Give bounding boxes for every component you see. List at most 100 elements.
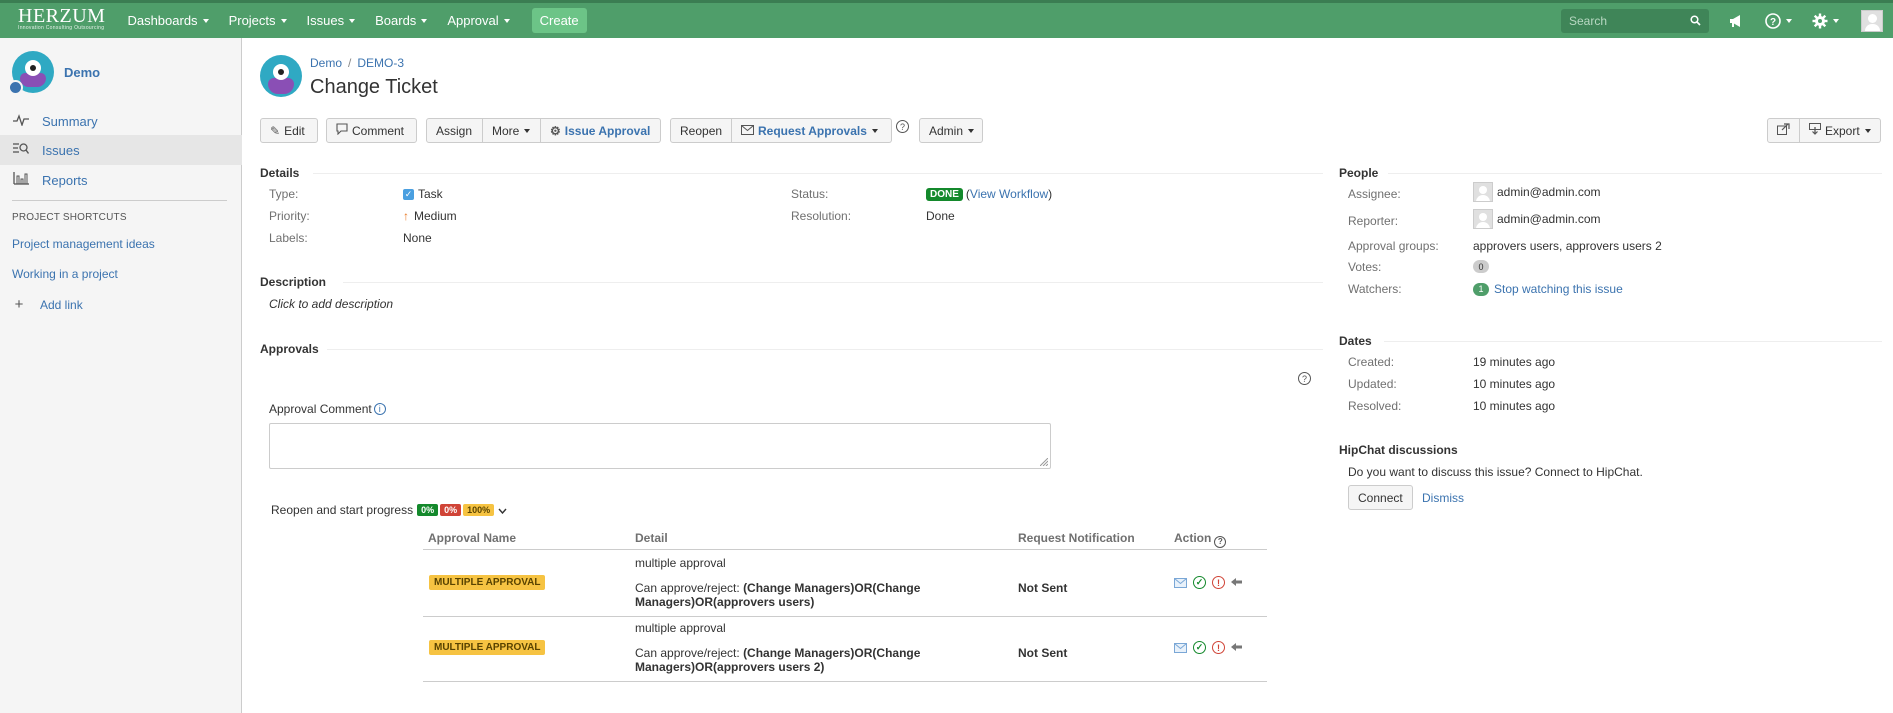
reply-arrow-icon[interactable] — [1231, 578, 1243, 587]
help-icon[interactable]: ? — [896, 120, 909, 133]
reply-arrow-icon[interactable] — [1231, 643, 1243, 652]
breadcrumb-issue-key[interactable]: DEMO-3 — [357, 56, 404, 70]
help-icon[interactable]: ? — [1298, 372, 1311, 385]
approval-comment-textarea[interactable] — [269, 423, 1051, 469]
breadcrumb-project[interactable]: Demo — [310, 56, 342, 70]
nav-boards[interactable]: Boards — [375, 13, 428, 28]
votes-count-badge: 0 — [1473, 260, 1489, 273]
more-button[interactable]: More — [483, 118, 541, 143]
gear-icon[interactable] — [1812, 13, 1839, 29]
approval-actions: ✓ ! — [1174, 641, 1249, 654]
arrow-up-icon: ↑ — [403, 209, 409, 223]
add-link-button[interactable]: + Add link — [12, 296, 83, 313]
approval-detail-title: multiple approval — [635, 556, 726, 570]
reject-exclamation-icon[interactable]: ! — [1212, 576, 1225, 589]
assign-button[interactable]: Assign — [426, 118, 483, 143]
help-icon[interactable]: ? — [1765, 12, 1792, 29]
help-icon[interactable]: ? — [1214, 535, 1227, 548]
share-button[interactable] — [1767, 118, 1800, 143]
updated-label: Updated: — [1348, 377, 1397, 391]
stop-watching-link[interactable]: Stop watching this issue — [1494, 282, 1623, 296]
create-button[interactable]: Create — [531, 8, 587, 33]
approval-type-badge: MULTIPLE APPROVAL — [429, 575, 546, 590]
column-detail: Detail — [635, 531, 668, 545]
sidebar-item-reports[interactable]: Reports — [0, 165, 242, 195]
nav-dashboards[interactable]: Dashboards — [127, 13, 209, 28]
task-checkbox-icon: ✓ — [403, 188, 414, 200]
megaphone-icon[interactable] — [1729, 14, 1745, 28]
nav-issues[interactable]: Issues — [307, 13, 356, 28]
send-email-icon[interactable] — [1174, 642, 1187, 653]
request-approvals-button[interactable]: Request Approvals — [732, 118, 892, 143]
shortcut-project-management-ideas[interactable]: Project management ideas — [12, 237, 155, 251]
chevron-down-icon[interactable] — [498, 503, 507, 517]
dates-heading: Dates — [1339, 334, 1372, 348]
comment-button[interactable]: Comment — [326, 118, 417, 143]
column-request-notification: Request Notification — [1018, 531, 1135, 545]
section-divider — [1384, 341, 1882, 342]
sidebar-item-summary[interactable]: Summary — [0, 106, 242, 136]
view-workflow-link[interactable]: View Workflow — [970, 187, 1048, 201]
approved-percent-badge: 0% — [417, 504, 439, 516]
project-name[interactable]: Demo — [64, 65, 100, 80]
resize-handle-icon[interactable] — [1040, 458, 1048, 466]
watchers-label: Watchers: — [1348, 282, 1402, 296]
send-email-icon[interactable] — [1174, 577, 1187, 588]
admin-button[interactable]: Admin — [919, 118, 983, 143]
resolved-value: 10 minutes ago — [1473, 399, 1556, 413]
export-icon — [1809, 123, 1821, 138]
chevron-down-icon — [503, 18, 510, 23]
assignee-value[interactable]: admin@admin.com — [1473, 182, 1601, 202]
project-shortcuts-heading: PROJECT SHORTCUTS — [12, 212, 127, 223]
reporter-avatar — [1473, 209, 1493, 229]
nav-approval[interactable]: Approval — [447, 13, 510, 28]
chevron-down-icon — [202, 18, 209, 23]
shortcut-working-in-a-project[interactable]: Working in a project — [12, 267, 118, 281]
herzum-logo[interactable]: HERZUM Innovation Consulting Outsourcing — [18, 6, 105, 31]
assignee-label: Assignee: — [1348, 187, 1401, 201]
reporter-value[interactable]: admin@admin.com — [1473, 209, 1601, 229]
user-avatar[interactable] — [1861, 9, 1883, 32]
issue-view: Demo / DEMO-3 Change Ticket ✎ Edit Comment … — [243, 38, 1893, 713]
priority-value: ↑ Medium — [403, 209, 457, 223]
nav-projects[interactable]: Projects — [229, 13, 287, 28]
people-heading: People — [1339, 166, 1379, 180]
export-button[interactable]: Export — [1800, 118, 1881, 143]
project-header[interactable]: Demo — [8, 51, 100, 95]
pulse-icon — [12, 113, 30, 129]
approve-check-icon[interactable]: ✓ — [1193, 576, 1206, 589]
search-input[interactable]: Search — [1561, 8, 1709, 33]
votes-value[interactable]: 0 — [1473, 260, 1494, 273]
reject-exclamation-icon[interactable]: ! — [1212, 641, 1225, 654]
envelope-icon — [741, 124, 754, 138]
approval-comment-label: Approval Comment i — [269, 402, 386, 416]
pencil-icon: ✎ — [270, 123, 281, 138]
info-icon[interactable]: i — [373, 403, 386, 415]
project-sidebar: Demo Summary Issues Reports PROJECT SHOR… — [0, 38, 242, 713]
approve-check-icon[interactable]: ✓ — [1193, 641, 1206, 654]
approvals-heading: Approvals — [260, 342, 319, 356]
connect-button[interactable]: Connect — [1348, 485, 1413, 510]
updated-value: 10 minutes ago — [1473, 377, 1556, 391]
notification-status: Not Sent — [1018, 581, 1068, 595]
issue-title[interactable]: Change Ticket — [310, 76, 438, 99]
project-avatar — [260, 55, 302, 97]
search-icon — [1690, 15, 1701, 26]
rejected-percent-badge: 0% — [440, 504, 462, 516]
top-navigation-bar: HERZUM Innovation Consulting Outsourcing … — [0, 0, 1893, 38]
dismiss-link[interactable]: Dismiss — [1422, 491, 1464, 505]
edit-button[interactable]: ✎ Edit — [260, 118, 318, 143]
table-divider — [423, 549, 1267, 550]
chevron-down-icon — [421, 18, 428, 23]
reopen-button[interactable]: Reopen — [670, 118, 732, 143]
issue-approval-button[interactable]: ⚙ Issue Approval — [541, 118, 661, 143]
chevron-down-icon — [1786, 18, 1792, 23]
column-action: Action? — [1174, 531, 1227, 548]
description-field[interactable]: Click to add description — [269, 297, 393, 311]
svg-text:?: ? — [1770, 17, 1776, 28]
sidebar-item-issues[interactable]: Issues — [0, 135, 242, 165]
transition-name: Reopen and start progress — [271, 503, 414, 517]
sidebar-divider — [12, 200, 227, 201]
plus-icon: + — [14, 296, 24, 313]
chevron-down-icon — [1833, 18, 1839, 23]
